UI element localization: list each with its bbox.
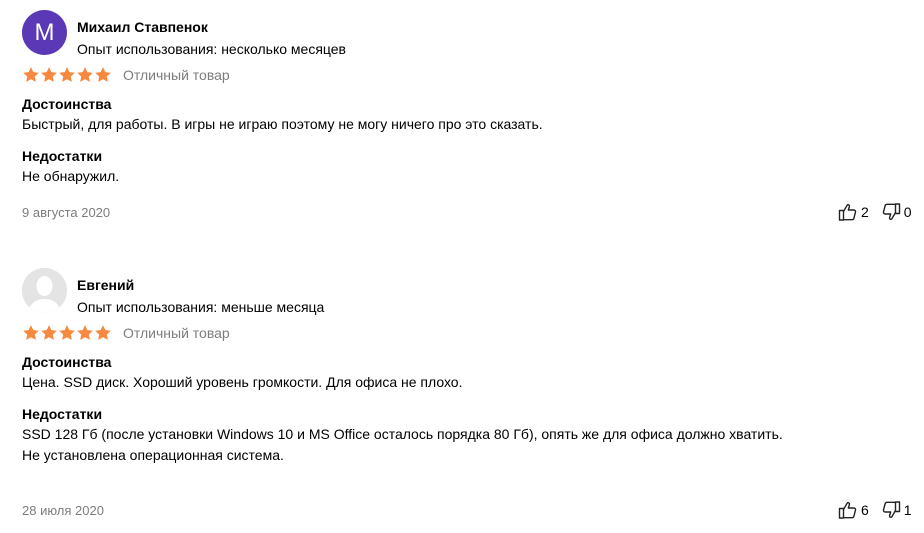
dislike-count: 0 (903, 204, 912, 220)
dislike-count: 1 (903, 502, 912, 518)
usage-experience: Опыт использования: меньше месяца (77, 299, 325, 315)
avatar[interactable] (22, 268, 67, 313)
review-date: 9 августа 2020 (22, 205, 111, 220)
user-silhouette-icon (22, 268, 67, 313)
usage-experience: Опыт использования: несколько месяцев (77, 41, 346, 57)
like-count: 2 (861, 204, 869, 220)
cons-title: Недостатки (22, 148, 103, 164)
cons-text: SSD 128 Гб (после установки Windows 10 и… (22, 424, 783, 466)
pros-title: Достоинства (22, 354, 112, 370)
thumbs-up-icon (838, 501, 857, 519)
pros-text: Цена. SSD диск. Хороший уровень громкост… (22, 374, 463, 390)
rating-row: Отличный товар (22, 66, 230, 84)
dislike-button[interactable]: 0 (881, 202, 912, 222)
rating-row: Отличный товар (22, 324, 230, 342)
thumbs-up-icon (838, 203, 857, 221)
rating-stars (22, 324, 112, 342)
star-icon (77, 67, 93, 82)
like-button[interactable]: 2 (838, 202, 869, 222)
vote-controls: 2 0 (838, 202, 912, 222)
pros-title: Достоинства (22, 96, 112, 112)
cons-line: SSD 128 Гб (после установки Windows 10 и… (22, 426, 783, 442)
rating-verdict: Отличный товар (123, 67, 230, 83)
avatar[interactable]: М (22, 10, 67, 55)
vote-controls: 6 1 (838, 500, 912, 520)
like-button[interactable]: 6 (838, 500, 869, 520)
like-count: 6 (861, 502, 869, 518)
rating-verdict: Отличный товар (123, 325, 230, 341)
review-date: 28 июля 2020 (22, 503, 104, 518)
pros-text: Быстрый, для работы. В игры не играю поэ… (22, 116, 543, 132)
cons-title: Недостатки (22, 406, 103, 422)
avatar-letter: М (34, 18, 55, 46)
dislike-button[interactable]: 1 (881, 500, 912, 520)
rating-stars (22, 66, 112, 84)
star-icon (77, 325, 93, 340)
star-icon (95, 325, 111, 340)
author-name[interactable]: Евгений (77, 277, 134, 293)
star-icon (23, 325, 39, 340)
thumbs-down-icon (882, 501, 900, 519)
star-icon (41, 325, 57, 340)
star-icon (59, 325, 75, 340)
star-icon (95, 67, 111, 82)
cons-text: Не обнаружил. (22, 166, 119, 187)
cons-line: Не обнаружил. (22, 168, 120, 184)
star-icon (23, 67, 39, 82)
star-icon (59, 67, 75, 82)
cons-line: Не установлена операционная система. (22, 447, 284, 463)
author-name[interactable]: Михаил Ставпенок (77, 19, 208, 35)
thumbs-down-icon (882, 203, 900, 221)
star-icon (41, 67, 57, 82)
